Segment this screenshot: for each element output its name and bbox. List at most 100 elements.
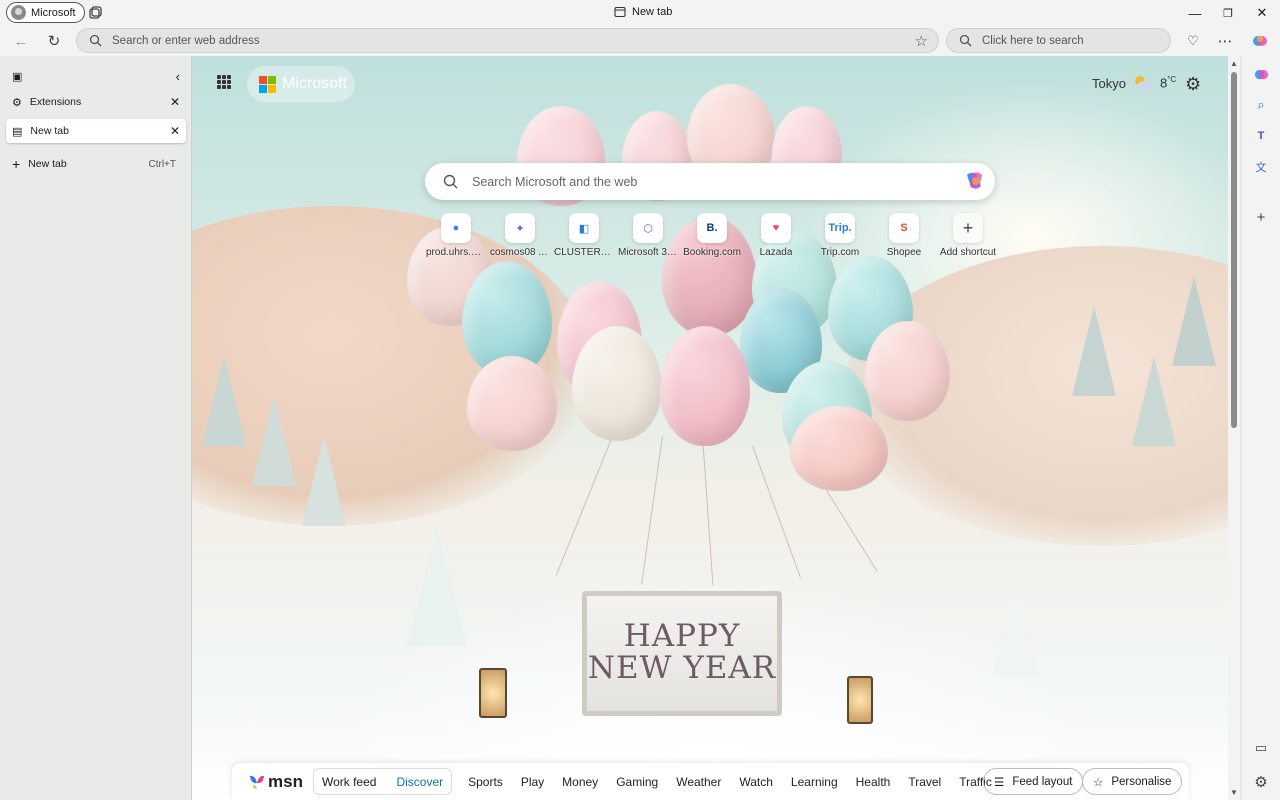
shortcut-tile[interactable]: ✦ cosmos08 A... <box>488 213 552 258</box>
new-tab-shortcut: Ctrl+T <box>148 158 177 170</box>
collapse-pane-icon[interactable]: ‹ <box>176 69 180 84</box>
hide-sidebar-icon[interactable]: ▭ <box>1252 739 1270 757</box>
close-tab-icon[interactable]: ✕ <box>170 124 180 138</box>
page-settings-gear-icon[interactable]: ⚙ <box>1185 74 1201 95</box>
window-tab-title: New tab <box>614 6 672 18</box>
msn-logo[interactable]: msn <box>248 772 303 792</box>
web-search-box[interactable]: Search Microsoft and the web <box>425 163 995 200</box>
page-scrollbar[interactable]: ▲ ▼ <box>1228 56 1240 800</box>
balloon <box>660 326 750 446</box>
copilot-sidebar-icon[interactable] <box>1252 65 1270 83</box>
close-window-button[interactable]: ✕ <box>1253 4 1271 22</box>
scroll-up-arrow-icon[interactable]: ▲ <box>1230 59 1238 68</box>
search-placeholder: Click here to search <box>982 34 1084 47</box>
minimize-button[interactable]: — <box>1186 4 1204 22</box>
scroll-down-arrow-icon[interactable]: ▼ <box>1230 788 1238 797</box>
secondary-search-box[interactable]: Click here to search <box>946 28 1171 53</box>
address-bar[interactable]: Search or enter web address ☆ <box>76 28 939 53</box>
microsoft-logo-text: Microsoft <box>282 75 347 92</box>
weather-widget[interactable]: Tokyo 8°C <box>1092 74 1176 92</box>
feed-category-play[interactable]: Play <box>521 775 544 789</box>
more-menu-icon[interactable]: ⋯ <box>1216 32 1234 50</box>
shortcut-tile[interactable]: S Shopee <box>872 213 936 258</box>
add-sidebar-app-icon[interactable]: + <box>1252 208 1270 226</box>
feed-layout-button[interactable]: ☰ Feed layout <box>983 768 1084 795</box>
tab-actions-icon[interactable]: ▣ <box>12 70 22 83</box>
tab-title-text: New tab <box>632 6 673 18</box>
restore-button[interactable]: ❐ <box>1219 4 1237 22</box>
tab-new-tab[interactable]: ▤ New tab ✕ <box>6 119 186 143</box>
shortcut-tile[interactable]: ● prod.uhrs.pl... <box>424 213 488 258</box>
feed-toggle: Work feed Discover <box>312 768 453 795</box>
browser-essentials-icon[interactable]: ♡ <box>1184 32 1202 50</box>
toolbar: ← ↻ Search or enter web address ☆ Click … <box>0 26 1280 56</box>
balloon <box>467 356 557 451</box>
edge-sidebar: ⌕ T 文 + ▭ ⚙ <box>1240 56 1280 800</box>
feed-categories: Sports Play Money Gaming Weather Watch Learnin… <box>468 775 992 789</box>
balloon-string <box>702 435 714 586</box>
shortcut-label: Lazada <box>759 247 793 258</box>
shortcut-label: Microsoft 365 <box>618 247 678 258</box>
shortcut-label: CLUSTERED ... <box>554 247 614 258</box>
feed-category-travel[interactable]: Travel <box>908 775 941 789</box>
favorite-star-icon[interactable]: ☆ <box>915 32 928 50</box>
refresh-button[interactable]: ↻ <box>44 31 64 51</box>
shortcuts-row: ● prod.uhrs.pl... ✦ cosmos08 A... ◧ CLUSTERED… <box>424 213 1000 258</box>
weather-city: Tokyo <box>1092 75 1126 91</box>
feed-category-money[interactable]: Money <box>562 775 598 789</box>
back-button[interactable]: ← <box>11 31 31 51</box>
feed-category-sports[interactable]: Sports <box>468 775 503 789</box>
personalise-button[interactable]: ☆ Personalise <box>1082 768 1183 795</box>
azure-devops-icon: ◧ <box>569 213 599 243</box>
lazada-icon: ♥ <box>761 213 791 243</box>
shortcut-tile[interactable]: Trip. Trip.com <box>808 213 872 258</box>
shortcut-tile[interactable]: ⬡ Microsoft 365 <box>616 213 680 258</box>
balloon <box>865 321 950 421</box>
shortcut-label: Shopee <box>886 247 922 258</box>
sidebar-settings-icon[interactable]: ⚙ <box>1252 773 1270 791</box>
partly-cloudy-icon <box>1134 76 1153 91</box>
extensions-icon: ⚙ <box>12 96 22 109</box>
cosmos-icon: ✦ <box>505 213 535 243</box>
feed-category-weather[interactable]: Weather <box>676 775 721 789</box>
copilot-search-icon[interactable] <box>963 169 987 193</box>
close-tab-icon[interactable]: ✕ <box>170 95 180 109</box>
feed-category-gaming[interactable]: Gaming <box>616 775 658 789</box>
feed-category-watch[interactable]: Watch <box>739 775 773 789</box>
new-tab-page: HAPPY NEW YEAR Microsoft Tokyo 8°C ⚙ Sea… <box>192 56 1228 800</box>
scrollbar-thumb[interactable] <box>1231 72 1237 428</box>
feed-category-health[interactable]: Health <box>856 775 891 789</box>
avatar <box>11 5 26 20</box>
vertical-tabs-pane: ▣ ‹ ⚙ Extensions ✕ ▤ New tab ✕ + New tab… <box>0 56 192 800</box>
globe-icon: ● <box>441 213 471 243</box>
feed-category-learning[interactable]: Learning <box>791 775 838 789</box>
booking-icon: B. <box>697 213 727 243</box>
app-launcher-icon[interactable] <box>217 75 231 89</box>
shortcut-tile[interactable]: ♥ Lazada <box>744 213 808 258</box>
workspaces-icon[interactable] <box>87 5 103 21</box>
new-tab-button[interactable]: + New tab Ctrl+T <box>6 152 186 176</box>
discover-tab[interactable]: Discover <box>396 775 443 789</box>
translator-icon[interactable]: 文 <box>1252 158 1270 176</box>
address-placeholder: Search or enter web address <box>112 34 260 47</box>
pine-tree <box>1172 276 1216 366</box>
search-icon <box>443 174 458 189</box>
copilot-icon[interactable] <box>1251 32 1269 50</box>
balloon-string <box>555 436 613 576</box>
shortcut-tile[interactable]: + Add shortcut <box>936 213 1000 258</box>
shortcut-tile[interactable]: B. Booking.com <box>680 213 744 258</box>
work-feed-tab[interactable]: Work feed <box>322 775 376 789</box>
shortcut-label: Booking.com <box>683 247 741 258</box>
pine-tree <box>1132 356 1176 446</box>
search-sidebar-icon[interactable]: ⌕ <box>1252 96 1270 114</box>
shortcut-tile[interactable]: ◧ CLUSTERED ... <box>552 213 616 258</box>
new-tab-label: New tab <box>28 158 67 170</box>
shortcut-label: cosmos08 A... <box>490 247 550 258</box>
profile-button[interactable]: Microsoft <box>6 2 85 23</box>
microsoft-logo-button[interactable]: Microsoft <box>247 66 355 102</box>
teams-icon[interactable]: T <box>1252 127 1270 145</box>
sparkle-star-icon: ☆ <box>1093 776 1104 789</box>
shortcut-label: prod.uhrs.pl... <box>426 247 486 258</box>
shortcut-label: Trip.com <box>820 247 860 258</box>
tab-extensions[interactable]: ⚙ Extensions ✕ <box>6 90 186 114</box>
